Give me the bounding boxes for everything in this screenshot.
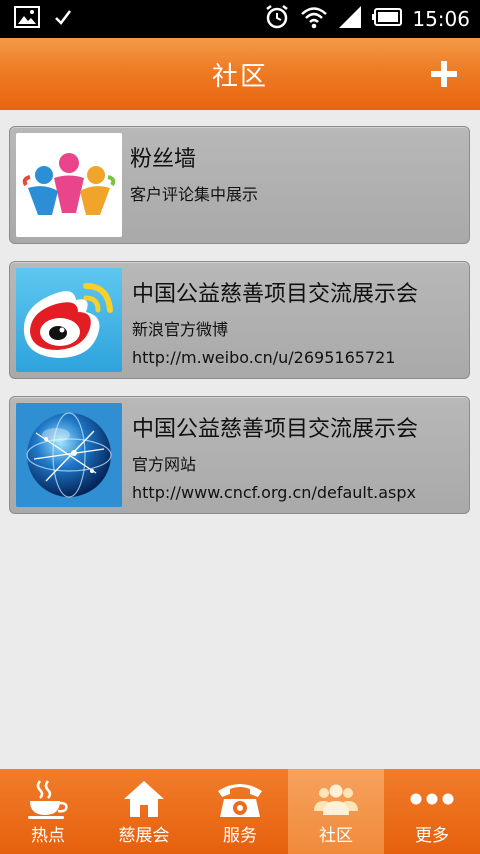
page-title: 社区 [211, 61, 268, 92]
signal-icon [338, 5, 362, 33]
card-link[interactable]: http://www.cncf.org.cn/default.aspx [132, 483, 416, 502]
tab-service[interactable]: 服务 [192, 769, 288, 854]
status-time: 15:06 [412, 7, 470, 31]
globe-logo [16, 403, 122, 507]
title-bar: 社区 [0, 38, 480, 110]
tab-community[interactable]: 社区 [288, 769, 384, 854]
card-title: 粉丝墙 [130, 147, 197, 172]
card-subtitle: 新浪官方微博 [132, 320, 229, 339]
home-icon [124, 781, 164, 817]
fans-wall-logo [16, 133, 122, 237]
tab-label: 更多 [415, 826, 449, 846]
card-subtitle: 官方网站 [132, 455, 197, 474]
bottom-nav: 热点 慈展会 服务 社区 更多 [0, 769, 480, 854]
add-button[interactable] [422, 52, 466, 96]
image-notification-icon [14, 6, 40, 32]
wifi-icon [300, 5, 328, 33]
coffee-cup-icon [28, 780, 68, 819]
tab-label: 服务 [223, 826, 257, 846]
content-area: 粉丝墙 客户评论集中展示 中国公益慈善项目交流展示会 新浪官方微博 http:/… [0, 110, 480, 769]
tab-hot[interactable]: 热点 [0, 769, 96, 854]
card-title: 中国公益慈善项目交流展示会 [132, 417, 419, 442]
card-website[interactable]: 中国公益慈善项目交流展示会 官方网站 http://www.cncf.org.c… [9, 396, 470, 514]
tab-label: 社区 [319, 826, 353, 846]
card-link[interactable]: http://m.weibo.cn/u/2695165721 [132, 348, 395, 367]
tab-more[interactable]: 更多 [384, 769, 480, 854]
status-bar: 15:06 [0, 0, 480, 38]
card-title: 中国公益慈善项目交流展示会 [132, 282, 419, 307]
weibo-logo [16, 268, 122, 372]
card-fans-wall[interactable]: 粉丝墙 客户评论集中展示 [9, 126, 470, 244]
tab-label: 慈展会 [118, 826, 170, 846]
battery-icon [372, 8, 403, 30]
card-subtitle: 客户评论集中展示 [130, 185, 259, 204]
card-weibo[interactable]: 中国公益慈善项目交流展示会 新浪官方微博 http://m.weibo.cn/u… [9, 261, 470, 379]
more-dots-icon [410, 793, 454, 805]
check-notification-icon [54, 8, 72, 30]
plus-icon [431, 61, 457, 87]
telephone-icon [218, 784, 262, 817]
tab-fair[interactable]: 慈展会 [96, 769, 192, 854]
tab-label: 热点 [31, 826, 65, 846]
alarm-icon [264, 4, 290, 34]
people-icon [314, 784, 358, 815]
